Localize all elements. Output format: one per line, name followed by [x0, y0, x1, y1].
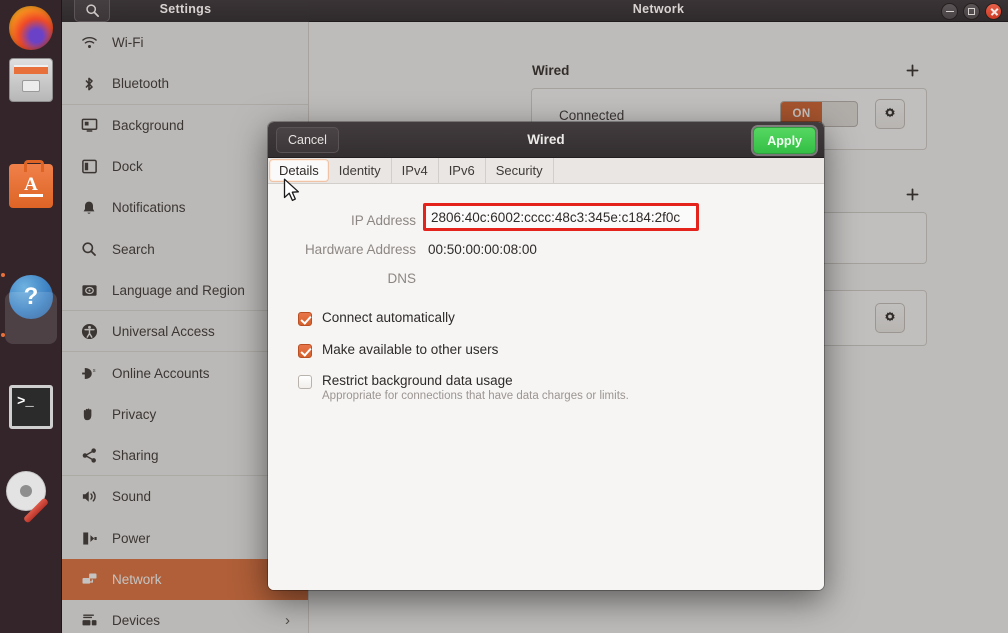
dns-label: DNS: [387, 271, 416, 286]
search-icon: [85, 4, 99, 17]
dialog-header: Cancel Wired Apply: [268, 122, 824, 158]
make-available-label: Make available to other users: [322, 342, 499, 357]
software-letter-a: A: [24, 174, 38, 195]
dock-item-files[interactable]: [9, 58, 53, 102]
launcher-dock[interactable]: A ? >_: [0, 0, 62, 633]
running-indicator-terminal: [1, 273, 5, 277]
window-titlebar: Settings Network: [62, 0, 1008, 22]
minimize-icon: [945, 10, 954, 13]
dock-item-terminal[interactable]: >_: [9, 385, 53, 429]
connect-automatically-label: Connect automatically: [322, 310, 455, 325]
screen: A ? >_ Settings Network Wi-Fi Bluetooth …: [0, 0, 1008, 633]
page-title: Network: [632, 2, 685, 16]
tab-identity[interactable]: Identity: [329, 158, 392, 183]
minimize-button[interactable]: [941, 3, 958, 20]
tab-security[interactable]: Security: [486, 158, 554, 183]
maximize-button[interactable]: [963, 3, 980, 20]
dialog-title: Wired: [527, 132, 565, 147]
connect-automatically-row[interactable]: Connect automatically: [298, 310, 455, 326]
details-tab-panel: IP Address 2806:40c:6002:cccc:48c3:345e:…: [268, 184, 824, 590]
search-button[interactable]: [74, 0, 110, 22]
dialog-tab-bar[interactable]: Details Identity IPv4 IPv6 Security: [268, 158, 824, 184]
ip-address-value: 2806:40c:6002:cccc:48c3:345e:c184:2f0c: [431, 209, 681, 225]
make-available-checkbox[interactable]: [298, 344, 312, 358]
restrict-background-description: Appropriate for connections that have da…: [322, 390, 629, 402]
apply-button[interactable]: Apply: [753, 127, 816, 154]
close-button[interactable]: [985, 3, 1002, 20]
gear-icon: [11, 476, 41, 506]
hardware-address-value: 00:50:00:00:08:00: [428, 242, 537, 257]
dock-item-ubuntu-software[interactable]: A: [9, 160, 53, 208]
maximize-icon: [968, 8, 975, 15]
tab-ipv4[interactable]: IPv4: [392, 158, 439, 183]
close-icon: [990, 8, 998, 16]
hardware-address-label: Hardware Address: [304, 242, 416, 257]
dock-selection-highlight: [5, 292, 57, 344]
terminal-prompt-glyph: >_: [17, 394, 34, 410]
restrict-background-row[interactable]: Restrict background data usage Appropria…: [298, 373, 629, 402]
dock-item-firefox[interactable]: [9, 6, 53, 50]
ip-address-label: IP Address: [350, 213, 416, 228]
window-controls[interactable]: [941, 3, 1002, 20]
make-available-row[interactable]: Make available to other users: [298, 342, 498, 358]
connect-automatically-checkbox[interactable]: [298, 312, 312, 326]
restrict-background-checkbox[interactable]: [298, 375, 312, 389]
wired-connection-dialog: Cancel Wired Apply Details Identity IPv4…: [268, 122, 824, 590]
restrict-background-label: Restrict background data usage: [322, 373, 513, 388]
dock-item-settings[interactable]: [9, 472, 53, 524]
tab-ipv6[interactable]: IPv6: [439, 158, 486, 183]
ip-address-annotation-box: 2806:40c:6002:cccc:48c3:345e:c184:2f0c: [423, 203, 699, 231]
mouse-cursor: [283, 178, 300, 202]
